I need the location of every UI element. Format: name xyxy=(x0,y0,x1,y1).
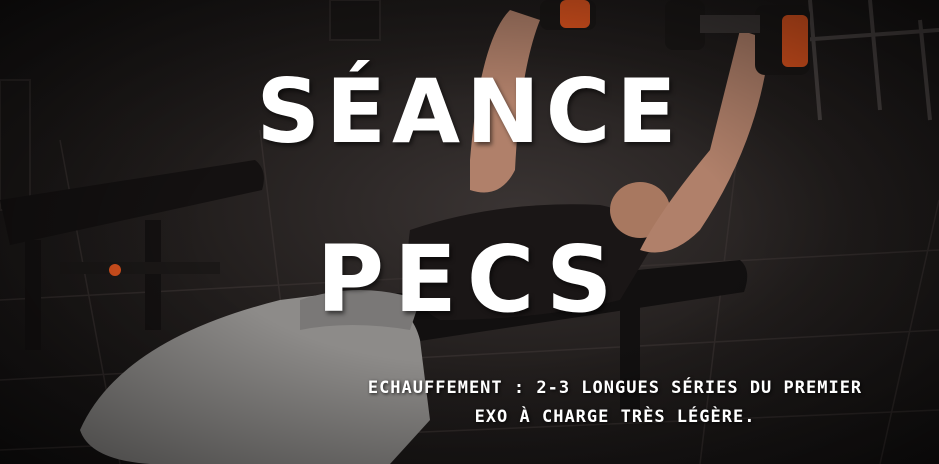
workout-thumbnail: SÉANCE PECS ECHAUFFEMENT : 2-3 LONGUES S… xyxy=(0,0,939,464)
title-seance: SÉANCE xyxy=(256,60,683,163)
dumbbell-left xyxy=(540,0,596,30)
warmup-line-2: EXO À CHARGE TRÈS LÉGÈRE. xyxy=(474,407,756,427)
title-pecs: PECS xyxy=(316,226,623,333)
warmup-instructions: ECHAUFFEMENT : 2-3 LONGUES SÉRIES DU PRE… xyxy=(300,374,930,432)
warmup-line-1: ECHAUFFEMENT : 2-3 LONGUES SÉRIES DU PRE… xyxy=(367,378,863,398)
